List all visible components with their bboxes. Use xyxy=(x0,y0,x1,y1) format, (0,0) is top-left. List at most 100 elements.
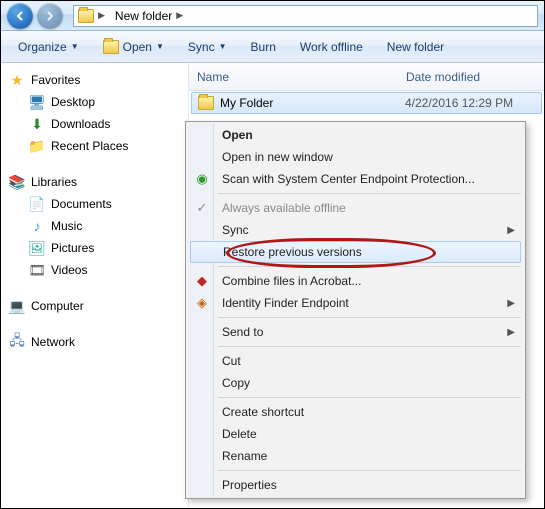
open-button[interactable]: Open ▼ xyxy=(92,34,175,60)
chevron-down-icon: ▼ xyxy=(71,42,79,51)
menu-item-delete[interactable]: Delete xyxy=(188,423,523,445)
sidebar-item-computer[interactable]: 💻 Computer xyxy=(3,295,186,317)
sync-button[interactable]: Sync ▼ xyxy=(177,35,238,59)
breadcrumb-label: New folder xyxy=(115,9,172,23)
menu-label: Restore previous versions xyxy=(223,245,362,259)
sidebar-item-pictures[interactable]: 🖼 Pictures xyxy=(3,237,186,259)
folder-icon xyxy=(78,8,94,24)
menu-item-create-shortcut[interactable]: Create shortcut xyxy=(188,401,523,423)
menu-label: Combine files in Acrobat... xyxy=(222,274,361,288)
menu-separator xyxy=(218,346,521,347)
column-name[interactable]: Name xyxy=(197,70,406,84)
menu-label: Properties xyxy=(222,478,277,492)
file-row[interactable]: My Folder 4/22/2016 12:29 PM xyxy=(191,92,542,114)
toolbar-label: Burn xyxy=(251,40,276,54)
folder-open-icon xyxy=(103,39,119,55)
menu-item-always-offline[interactable]: ✓ Always available offline xyxy=(188,197,523,219)
downloads-icon: ⬇ xyxy=(29,116,45,132)
toolbar-label: Open xyxy=(123,40,152,54)
chevron-down-icon: ▼ xyxy=(219,42,227,51)
menu-label: Delete xyxy=(222,427,257,441)
menu-separator xyxy=(218,266,521,267)
sidebar-group-libraries: 📚 Libraries 📄 Documents ♪ Music 🖼 Pictur… xyxy=(3,171,186,281)
titlebar: ▶ New folder ▶ xyxy=(1,1,544,31)
nav-forward-button[interactable] xyxy=(37,3,63,29)
toolbar-label: Organize xyxy=(18,40,67,54)
submenu-arrow-icon: ▶ xyxy=(507,298,515,309)
sidebar-label: Recent Places xyxy=(51,139,128,153)
sidebar-label: Favorites xyxy=(31,73,80,87)
menu-separator xyxy=(218,397,521,398)
menu-separator xyxy=(218,470,521,471)
organize-button[interactable]: Organize ▼ xyxy=(7,35,90,59)
computer-icon: 💻 xyxy=(9,298,25,314)
sidebar-label: Desktop xyxy=(51,95,95,109)
sidebar-head-libraries[interactable]: 📚 Libraries xyxy=(3,171,186,193)
column-date-modified[interactable]: Date modified xyxy=(406,70,536,84)
sidebar-label: Downloads xyxy=(51,117,110,131)
menu-item-copy[interactable]: Copy xyxy=(188,372,523,394)
sidebar-label: Libraries xyxy=(31,175,77,189)
menu-label: Copy xyxy=(222,376,250,390)
column-headers[interactable]: Name Date modified xyxy=(189,63,544,91)
menu-item-cut[interactable]: Cut xyxy=(188,350,523,372)
sidebar-label: Music xyxy=(51,219,82,233)
acrobat-icon: ◆ xyxy=(194,273,210,289)
sidebar-item-desktop[interactable]: 🖥 Desktop xyxy=(3,91,186,113)
menu-label: Open xyxy=(222,128,253,142)
sidebar-item-documents[interactable]: 📄 Documents xyxy=(3,193,186,215)
videos-icon: 🎞 xyxy=(29,262,45,278)
submenu-arrow-icon: ▶ xyxy=(507,327,515,338)
shield-icon: ◉ xyxy=(194,171,210,187)
work-offline-button[interactable]: Work offline xyxy=(289,35,374,59)
nav-back-button[interactable] xyxy=(7,3,33,29)
desktop-icon: 🖥 xyxy=(29,94,45,110)
documents-icon: 📄 xyxy=(29,196,45,212)
menu-item-properties[interactable]: Properties xyxy=(188,474,523,496)
menu-item-open-new-window[interactable]: Open in new window xyxy=(188,146,523,168)
network-icon: 🖧 xyxy=(9,334,25,350)
check-icon: ✓ xyxy=(194,200,210,216)
menu-item-scep[interactable]: ◉ Scan with System Center Endpoint Prote… xyxy=(188,168,523,190)
new-folder-button[interactable]: New folder xyxy=(376,35,455,59)
toolbar-label: New folder xyxy=(387,40,444,54)
menu-label: Identity Finder Endpoint xyxy=(222,296,349,310)
menu-item-combine-acrobat[interactable]: ◆ Combine files in Acrobat... xyxy=(188,270,523,292)
sidebar-group-favorites: ★ Favorites 🖥 Desktop ⬇ Downloads 📁 Rece… xyxy=(3,69,186,157)
sidebar-label: Pictures xyxy=(51,241,94,255)
pictures-icon: 🖼 xyxy=(29,240,45,256)
sidebar-label: Network xyxy=(31,335,75,349)
file-date: 4/22/2016 12:29 PM xyxy=(405,96,535,110)
menu-label: Always available offline xyxy=(222,201,346,215)
menu-separator xyxy=(218,317,521,318)
toolbar-label: Work offline xyxy=(300,40,363,54)
sidebar-item-network[interactable]: 🖧 Network xyxy=(3,331,186,353)
navigation-pane: ★ Favorites 🖥 Desktop ⬇ Downloads 📁 Rece… xyxy=(1,63,189,508)
sidebar-item-videos[interactable]: 🎞 Videos xyxy=(3,259,186,281)
sidebar-item-downloads[interactable]: ⬇ Downloads xyxy=(3,113,186,135)
menu-label: Scan with System Center Endpoint Protect… xyxy=(222,172,475,186)
libraries-icon: 📚 xyxy=(9,174,25,190)
address-bar[interactable]: ▶ New folder ▶ xyxy=(73,5,538,27)
submenu-arrow-icon: ▶ xyxy=(507,225,515,236)
menu-item-open[interactable]: Open xyxy=(188,124,523,146)
menu-item-send-to[interactable]: Send to ▶ xyxy=(188,321,523,343)
chevron-down-icon: ▼ xyxy=(156,42,164,51)
star-icon: ★ xyxy=(9,72,25,88)
file-name: My Folder xyxy=(220,96,399,110)
menu-separator xyxy=(218,193,521,194)
breadcrumb-segment[interactable]: New folder ▶ xyxy=(109,7,189,25)
menu-label: Open in new window xyxy=(222,150,333,164)
burn-button[interactable]: Burn xyxy=(240,35,287,59)
menu-label: Cut xyxy=(222,354,241,368)
menu-item-identity-finder[interactable]: ◈ Identity Finder Endpoint ▶ xyxy=(188,292,523,314)
menu-label: Sync xyxy=(222,223,249,237)
sidebar-head-favorites[interactable]: ★ Favorites xyxy=(3,69,186,91)
sidebar-group-computer: 💻 Computer xyxy=(3,295,186,317)
sidebar-item-recent-places[interactable]: 📁 Recent Places xyxy=(3,135,186,157)
menu-item-rename[interactable]: Rename xyxy=(188,445,523,467)
menu-item-restore-previous-versions[interactable]: Restore previous versions xyxy=(190,241,521,263)
chevron-right-icon: ▶ xyxy=(176,10,183,21)
menu-item-sync[interactable]: Sync ▶ xyxy=(188,219,523,241)
sidebar-item-music[interactable]: ♪ Music xyxy=(3,215,186,237)
